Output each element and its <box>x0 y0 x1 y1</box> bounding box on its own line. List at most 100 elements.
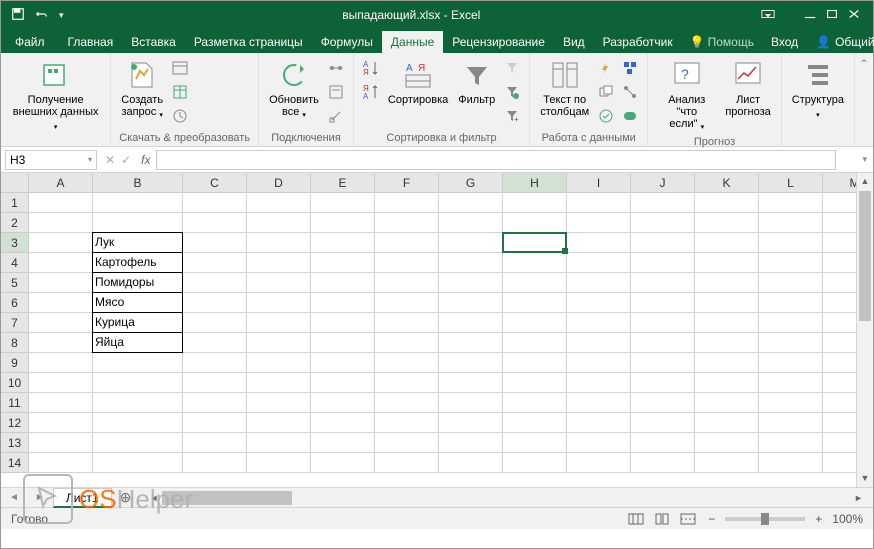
tell-me[interactable]: 💡Помощь <box>682 31 762 53</box>
cell[interactable] <box>247 273 311 293</box>
cell[interactable] <box>375 393 439 413</box>
cell[interactable] <box>29 433 93 453</box>
maximize-icon[interactable] <box>825 8 839 23</box>
tab-file[interactable]: Файл <box>1 31 59 53</box>
cell[interactable]: Лук <box>92 232 183 253</box>
cell[interactable] <box>311 413 375 433</box>
cell[interactable] <box>759 293 823 313</box>
tab-view[interactable]: Вид <box>554 31 594 53</box>
cell[interactable] <box>29 213 93 233</box>
cell[interactable]: Помидоры <box>92 272 183 293</box>
save-icon[interactable] <box>11 7 25 24</box>
cell[interactable] <box>439 333 503 353</box>
edit-links-icon[interactable] <box>325 105 347 127</box>
cell[interactable] <box>183 353 247 373</box>
col-header[interactable]: L <box>759 173 823 193</box>
cell[interactable] <box>375 453 439 473</box>
cell[interactable] <box>311 453 375 473</box>
row-header[interactable]: 1 <box>1 193 29 213</box>
cell[interactable] <box>439 393 503 413</box>
cell[interactable] <box>631 273 695 293</box>
from-table-icon[interactable] <box>169 81 191 103</box>
row-header[interactable]: 8 <box>1 333 29 353</box>
cell[interactable] <box>695 453 759 473</box>
cell[interactable] <box>93 193 183 213</box>
data-model-icon[interactable] <box>619 105 641 127</box>
col-header[interactable]: F <box>375 173 439 193</box>
tab-home[interactable]: Главная <box>59 31 123 53</box>
cell[interactable] <box>567 253 631 273</box>
scroll-down-icon[interactable]: ▼ <box>857 470 873 487</box>
cell[interactable] <box>375 433 439 453</box>
col-header[interactable]: E <box>311 173 375 193</box>
cell[interactable]: Картофель <box>92 252 183 273</box>
cell[interactable] <box>631 373 695 393</box>
cell[interactable] <box>567 433 631 453</box>
cell[interactable] <box>183 273 247 293</box>
cell[interactable] <box>247 253 311 273</box>
cell[interactable] <box>183 313 247 333</box>
cell[interactable] <box>631 393 695 413</box>
col-header[interactable]: C <box>183 173 247 193</box>
cell[interactable] <box>759 353 823 373</box>
close-icon[interactable] <box>847 8 861 23</box>
cell[interactable] <box>503 193 567 213</box>
page-break-view-icon[interactable] <box>678 511 698 527</box>
cell[interactable] <box>567 453 631 473</box>
advanced-filter-icon[interactable]: + <box>501 105 523 127</box>
get-external-data-button[interactable]: Получение внешних данных ▾ <box>7 57 104 134</box>
cell[interactable] <box>375 193 439 213</box>
cell[interactable] <box>503 393 567 413</box>
vertical-scrollbar[interactable]: ▲ ▼ <box>856 173 873 487</box>
cell[interactable] <box>183 413 247 433</box>
cell[interactable] <box>29 333 93 353</box>
cell[interactable] <box>183 233 247 253</box>
cell[interactable] <box>439 313 503 333</box>
data-validation-icon[interactable] <box>595 105 617 127</box>
cell[interactable] <box>183 253 247 273</box>
cell[interactable] <box>503 353 567 373</box>
qa-customize-icon[interactable]: ▾ <box>59 10 64 21</box>
login-link[interactable]: Вход <box>762 31 807 53</box>
cell[interactable] <box>631 293 695 313</box>
cell[interactable] <box>695 273 759 293</box>
cell[interactable] <box>311 273 375 293</box>
cell[interactable] <box>759 253 823 273</box>
cell[interactable] <box>567 273 631 293</box>
cell[interactable] <box>247 293 311 313</box>
cell[interactable] <box>183 373 247 393</box>
cell[interactable] <box>439 213 503 233</box>
tab-review[interactable]: Рецензирование <box>443 31 554 53</box>
cell[interactable] <box>695 313 759 333</box>
cell[interactable] <box>503 313 567 333</box>
cell[interactable] <box>503 453 567 473</box>
cell[interactable] <box>29 393 93 413</box>
cell[interactable] <box>439 453 503 473</box>
cell[interactable] <box>439 193 503 213</box>
row-header[interactable]: 6 <box>1 293 29 313</box>
consolidate-icon[interactable] <box>619 57 641 79</box>
cell[interactable] <box>93 393 183 413</box>
cell[interactable] <box>759 413 823 433</box>
cell[interactable] <box>29 293 93 313</box>
row-header[interactable]: 5 <box>1 273 29 293</box>
flash-fill-icon[interactable] <box>595 57 617 79</box>
row-header[interactable]: 7 <box>1 313 29 333</box>
cell[interactable] <box>759 393 823 413</box>
cell[interactable] <box>311 433 375 453</box>
row-header[interactable]: 3 <box>1 233 29 253</box>
cell[interactable] <box>93 413 183 433</box>
zoom-level[interactable]: 100% <box>832 512 863 526</box>
cell[interactable] <box>759 433 823 453</box>
relationships-icon[interactable] <box>619 81 641 103</box>
properties-icon[interactable] <box>325 81 347 103</box>
cell[interactable]: Курица <box>92 312 183 333</box>
col-header[interactable]: B <box>93 173 183 193</box>
cell[interactable] <box>567 393 631 413</box>
tab-formulas[interactable]: Формулы <box>312 31 382 53</box>
cell[interactable] <box>759 213 823 233</box>
recent-sources-icon[interactable] <box>169 105 191 127</box>
cell[interactable] <box>631 413 695 433</box>
cell[interactable] <box>29 233 93 253</box>
cell[interactable] <box>439 433 503 453</box>
